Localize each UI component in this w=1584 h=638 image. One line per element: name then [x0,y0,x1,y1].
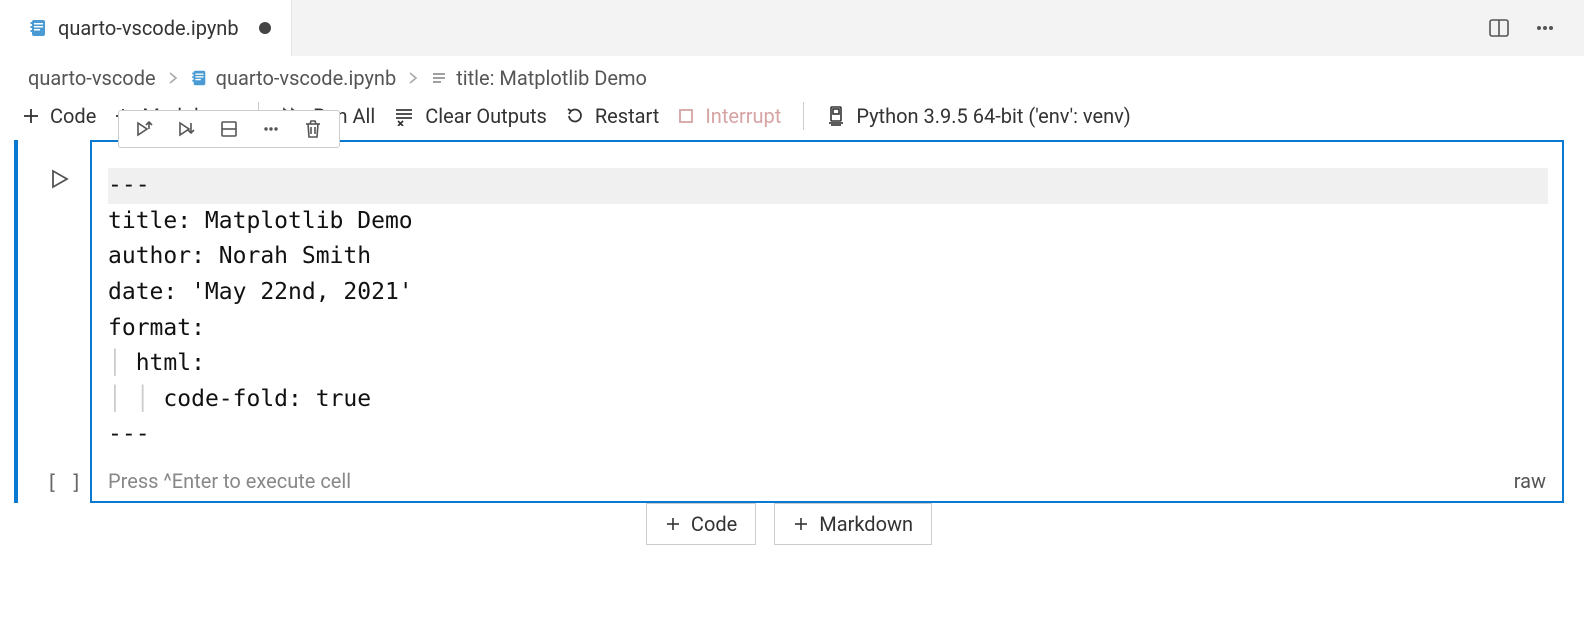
code-line: author: Norah Smith [108,239,1548,275]
insert-code-button[interactable]: Code [646,503,756,545]
run-cell-button[interactable] [48,168,70,190]
kernel-picker-button[interactable]: Python 3.9.5 64-bit ('env': venv) [826,104,1130,128]
notebook-icon [190,69,208,87]
dirty-indicator-icon [259,22,271,34]
restart-button[interactable]: Restart [565,104,659,128]
kernel-label: Python 3.9.5 64-bit ('env': venv) [856,104,1130,128]
cell[interactable]: ---title: Matplotlib Demoauthor: Norah S… [90,142,1564,503]
cell-hint: Press ^Enter to execute cell [108,469,1514,493]
breadcrumb-folder-label: quarto-vscode [28,66,156,90]
editor[interactable]: ---title: Matplotlib Demoauthor: Norah S… [92,152,1562,463]
code-line: --- [108,168,1548,204]
cell-gutter: [ ] [14,140,90,503]
code-text: code-fold: true [108,386,371,412]
section-icon [430,69,448,87]
cell-language[interactable]: raw [1514,469,1546,493]
insert-code-label: Code [691,512,737,536]
breadcrumb: quarto-vscode quarto-vscode.ipynb title:… [0,56,1584,96]
more-cell-actions-icon[interactable] [261,119,281,139]
code-line: │ html: [108,346,1548,382]
code-line: format: [108,311,1548,347]
cell-mini-toolbar [118,110,340,148]
cell-footer: Press ^Enter to execute cell raw [92,463,1562,501]
restart-label: Restart [595,104,659,128]
tab-actions [1488,17,1584,39]
split-editor-icon[interactable] [1488,17,1510,39]
cell-wrap: [ ] ---ti [14,140,1564,503]
run-below-button[interactable] [177,119,197,139]
run-above-button[interactable] [135,119,155,139]
execution-count: [ ] [46,470,82,494]
tab-filename: quarto-vscode.ipynb [58,16,239,40]
insert-markdown-label: Markdown [819,512,913,536]
clear-outputs-button[interactable]: Clear Outputs [393,104,547,128]
code-line: date: 'May 22nd, 2021' [108,275,1548,311]
breadcrumb-file-label: quarto-vscode.ipynb [216,66,397,90]
split-cell-button[interactable] [219,119,239,139]
chevron-right-icon [166,71,180,85]
tab-active[interactable]: quarto-vscode.ipynb [0,0,292,56]
code-line: │ │ code-fold: true [108,382,1548,418]
clear-outputs-label: Clear Outputs [425,104,547,128]
chevron-right-icon [406,71,420,85]
tab-bar: quarto-vscode.ipynb [0,0,1584,56]
code-line: title: Matplotlib Demo [108,204,1548,240]
notebook-icon [28,18,48,38]
interrupt-label: Interrupt [705,104,781,128]
more-actions-icon[interactable] [1534,17,1556,39]
interrupt-button[interactable]: Interrupt [677,104,781,128]
add-cell-row: Code Markdown [14,501,1564,545]
code-line: --- [108,417,1548,453]
breadcrumb-section-label: title: Matplotlib Demo [456,66,647,90]
breadcrumb-folder[interactable]: quarto-vscode [28,66,156,90]
breadcrumb-section[interactable]: title: Matplotlib Demo [430,66,647,90]
code-text: html: [108,350,205,376]
delete-cell-button[interactable] [303,119,323,139]
insert-markdown-button[interactable]: Markdown [774,503,932,545]
notebook-area: [ ] ---ti [0,140,1584,545]
add-code-label: Code [50,104,96,128]
breadcrumb-file[interactable]: quarto-vscode.ipynb [190,66,397,90]
add-code-button[interactable]: Code [22,104,96,128]
toolbar-separator [803,102,804,130]
